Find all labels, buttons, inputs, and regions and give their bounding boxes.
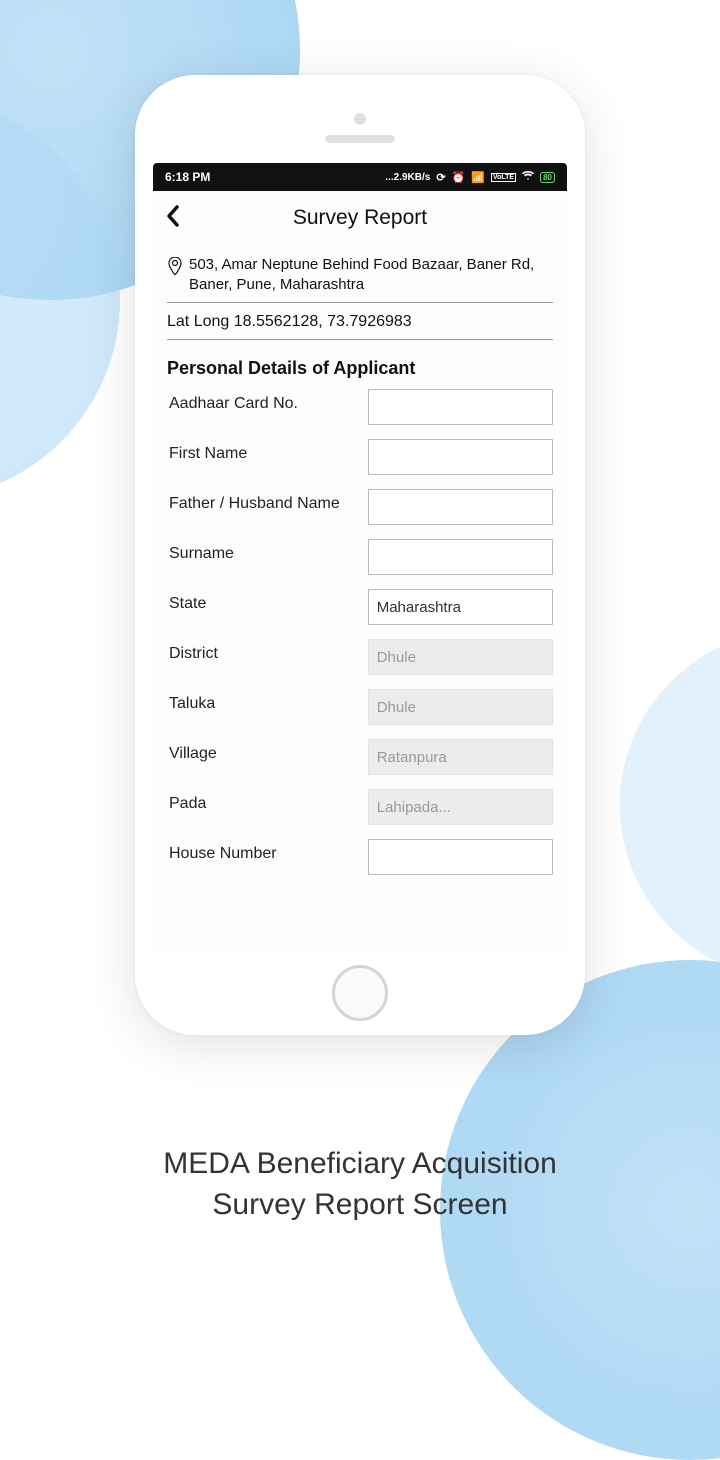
battery-icon: 80 xyxy=(540,172,555,183)
alarm-icon: ⏰ xyxy=(452,171,466,184)
phone-speaker-slot xyxy=(325,135,395,143)
section-title: Personal Details of Applicant xyxy=(167,358,553,379)
surname-input[interactable] xyxy=(368,539,553,575)
father-husband-label: Father / Husband Name xyxy=(167,489,368,513)
aadhaar-label: Aadhaar Card No. xyxy=(167,389,368,413)
caption-line-1: MEDA Beneficiary Acquisition xyxy=(163,1147,557,1180)
taluka-label: Taluka xyxy=(167,689,368,713)
status-time: 6:18 PM xyxy=(165,170,385,184)
firstname-input[interactable] xyxy=(368,439,553,475)
wifi-icon xyxy=(522,171,534,184)
network-speed: ...2.9KB/s xyxy=(385,172,430,183)
address-text: 503, Amar Neptune Behind Food Bazaar, Ba… xyxy=(189,255,553,294)
village-row: Village xyxy=(167,739,553,775)
aadhaar-input[interactable] xyxy=(368,389,553,425)
pada-row: Pada xyxy=(167,789,553,825)
content-area: 503, Amar Neptune Behind Food Bazaar, Ba… xyxy=(153,245,567,875)
caption-line-2: Survey Report Screen xyxy=(212,1188,507,1221)
surname-row: Surname xyxy=(167,539,553,575)
house-number-label: House Number xyxy=(167,839,368,863)
address-row: 503, Amar Neptune Behind Food Bazaar, Ba… xyxy=(167,255,553,303)
pada-input[interactable] xyxy=(368,789,553,825)
taluka-row: Taluka xyxy=(167,689,553,725)
state-input[interactable] xyxy=(368,589,553,625)
screenshot-caption: MEDA Beneficiary Acquisition Survey Repo… xyxy=(0,1144,720,1225)
district-row: District xyxy=(167,639,553,675)
volte-icon: VoLTE xyxy=(491,173,516,182)
pada-label: Pada xyxy=(167,789,368,813)
house-number-row: House Number xyxy=(167,839,553,875)
phone-mockup-frame: 6:18 PM ...2.9KB/s ⟳ ⏰ 📶 VoLTE 80 Survey… xyxy=(135,75,585,1035)
location-pin-icon xyxy=(167,257,183,281)
district-label: District xyxy=(167,639,368,663)
taluka-input[interactable] xyxy=(368,689,553,725)
signal-icon: 📶 xyxy=(471,171,485,184)
firstname-row: First Name xyxy=(167,439,553,475)
aadhaar-row: Aadhaar Card No. xyxy=(167,389,553,425)
district-input[interactable] xyxy=(368,639,553,675)
firstname-label: First Name xyxy=(167,439,368,463)
app-header: Survey Report xyxy=(153,191,567,245)
status-bar: 6:18 PM ...2.9KB/s ⟳ ⏰ 📶 VoLTE 80 xyxy=(153,163,567,191)
father-husband-row: Father / Husband Name xyxy=(167,489,553,525)
page-title: Survey Report xyxy=(165,206,555,230)
phone-camera-dot xyxy=(354,113,366,125)
latlong-text: Lat Long 18.5562128, 73.7926983 xyxy=(167,303,553,340)
phone-top-bezel xyxy=(153,93,567,163)
state-label: State xyxy=(167,589,368,613)
village-label: Village xyxy=(167,739,368,763)
state-row: State xyxy=(167,589,553,625)
status-indicators: ...2.9KB/s ⟳ ⏰ 📶 VoLTE 80 xyxy=(385,171,555,184)
home-button[interactable] xyxy=(332,965,388,1021)
surname-label: Surname xyxy=(167,539,368,563)
sync-icon: ⟳ xyxy=(436,171,445,184)
house-number-input[interactable] xyxy=(368,839,553,875)
phone-bottom-bezel xyxy=(153,953,567,1033)
phone-screen: 6:18 PM ...2.9KB/s ⟳ ⏰ 📶 VoLTE 80 Survey… xyxy=(153,163,567,953)
village-input[interactable] xyxy=(368,739,553,775)
father-husband-input[interactable] xyxy=(368,489,553,525)
background-blob xyxy=(620,630,720,980)
